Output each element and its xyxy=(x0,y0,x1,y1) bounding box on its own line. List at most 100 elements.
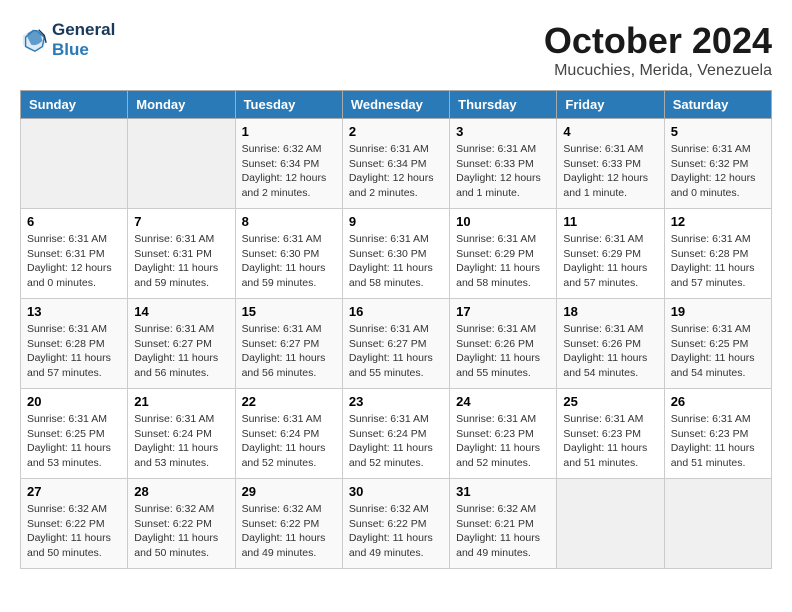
day-info: Sunrise: 6:31 AM Sunset: 6:33 PM Dayligh… xyxy=(456,142,550,201)
day-info: Sunrise: 6:31 AM Sunset: 6:25 PM Dayligh… xyxy=(27,412,121,471)
day-info: Sunrise: 6:31 AM Sunset: 6:24 PM Dayligh… xyxy=(242,412,336,471)
logo: General Blue xyxy=(20,20,115,61)
day-info: Sunrise: 6:31 AM Sunset: 6:32 PM Dayligh… xyxy=(671,142,765,201)
day-info: Sunrise: 6:31 AM Sunset: 6:25 PM Dayligh… xyxy=(671,322,765,381)
title-area: October 2024 Mucuchies, Merida, Venezuel… xyxy=(544,20,772,80)
day-number: 30 xyxy=(349,484,443,499)
day-number: 27 xyxy=(27,484,121,499)
calendar-cell: 13Sunrise: 6:31 AM Sunset: 6:28 PM Dayli… xyxy=(21,299,128,389)
calendar-cell: 21Sunrise: 6:31 AM Sunset: 6:24 PM Dayli… xyxy=(128,389,235,479)
calendar-cell xyxy=(664,479,771,569)
calendar-cell: 11 Sunrise: 6:31 AM Sunset: 6:29 PM Dayli… xyxy=(557,209,664,299)
calendar-cell: 18 Sunrise: 6:31 AM Sunset: 6:26 PM Dayli… xyxy=(557,299,664,389)
calendar-cell: 24 Sunrise: 6:31 AM Sunset: 6:23 PM Dayli… xyxy=(450,389,557,479)
day-number: 8 xyxy=(242,214,336,229)
day-number: 20 xyxy=(27,394,121,409)
calendar-cell: 8 Sunrise: 6:31 AM Sunset: 6:30 PM Daylig… xyxy=(235,209,342,299)
day-info: Sunrise: 6:31 AM Sunset: 6:24 PM Dayligh… xyxy=(349,412,443,471)
calendar-table: SundayMondayTuesdayWednesdayThursdayFrid… xyxy=(20,90,772,569)
calendar-week-row: 27 Sunrise: 6:32 AM Sunset: 6:22 PM Dayli… xyxy=(21,479,772,569)
calendar-cell: 31 Sunrise: 6:32 AM Sunset: 6:21 PM Dayli… xyxy=(450,479,557,569)
day-number: 22 xyxy=(242,394,336,409)
day-number: 15 xyxy=(242,304,336,319)
day-info: Sunrise: 6:31 AM Sunset: 6:31 PM Dayligh… xyxy=(134,232,228,291)
day-info: Sunrise: 6:32 AM Sunset: 6:34 PM Dayligh… xyxy=(242,142,336,201)
calendar-cell: 26Sunrise: 6:31 AM Sunset: 6:23 PM Dayli… xyxy=(664,389,771,479)
day-info: Sunrise: 6:31 AM Sunset: 6:33 PM Dayligh… xyxy=(563,142,657,201)
day-number: 29 xyxy=(242,484,336,499)
day-number: 31 xyxy=(456,484,550,499)
calendar-cell: 12Sunrise: 6:31 AM Sunset: 6:28 PM Dayli… xyxy=(664,209,771,299)
calendar-cell: 5 Sunrise: 6:31 AM Sunset: 6:32 PM Daylig… xyxy=(664,119,771,209)
day-number: 7 xyxy=(134,214,228,229)
day-info: Sunrise: 6:32 AM Sunset: 6:22 PM Dayligh… xyxy=(27,502,121,561)
month-title: October 2024 xyxy=(544,20,772,62)
calendar-cell: 19 Sunrise: 6:31 AM Sunset: 6:25 PM Dayli… xyxy=(664,299,771,389)
day-info: Sunrise: 6:31 AM Sunset: 6:27 PM Dayligh… xyxy=(134,322,228,381)
day-number: 4 xyxy=(563,124,657,139)
day-info: Sunrise: 6:31 AM Sunset: 6:29 PM Dayligh… xyxy=(563,232,657,291)
day-info: Sunrise: 6:31 AM Sunset: 6:31 PM Dayligh… xyxy=(27,232,121,291)
day-number: 9 xyxy=(349,214,443,229)
calendar-cell: 28Sunrise: 6:32 AM Sunset: 6:22 PM Dayli… xyxy=(128,479,235,569)
day-info: Sunrise: 6:31 AM Sunset: 6:30 PM Dayligh… xyxy=(242,232,336,291)
day-info: Sunrise: 6:31 AM Sunset: 6:30 PM Dayligh… xyxy=(349,232,443,291)
day-number: 11 xyxy=(563,214,657,229)
weekday-header-saturday: Saturday xyxy=(664,91,771,119)
calendar-cell: 23 Sunrise: 6:31 AM Sunset: 6:24 PM Dayli… xyxy=(342,389,449,479)
day-info: Sunrise: 6:32 AM Sunset: 6:22 PM Dayligh… xyxy=(242,502,336,561)
location-title: Mucuchies, Merida, Venezuela xyxy=(544,62,772,80)
day-info: Sunrise: 6:31 AM Sunset: 6:26 PM Dayligh… xyxy=(563,322,657,381)
weekday-header-thursday: Thursday xyxy=(450,91,557,119)
day-number: 23 xyxy=(349,394,443,409)
calendar-cell: 10 Sunrise: 6:31 AM Sunset: 6:29 PM Dayli… xyxy=(450,209,557,299)
calendar-week-row: 6 Sunrise: 6:31 AM Sunset: 6:31 PM Daylig… xyxy=(21,209,772,299)
day-number: 5 xyxy=(671,124,765,139)
calendar-cell: 15 Sunrise: 6:31 AM Sunset: 6:27 PM Dayli… xyxy=(235,299,342,389)
day-number: 19 xyxy=(671,304,765,319)
calendar-cell: 16 Sunrise: 6:31 AM Sunset: 6:27 PM Dayli… xyxy=(342,299,449,389)
calendar-cell: 25 Sunrise: 6:31 AM Sunset: 6:23 PM Dayli… xyxy=(557,389,664,479)
day-info: Sunrise: 6:31 AM Sunset: 6:29 PM Dayligh… xyxy=(456,232,550,291)
weekday-header-tuesday: Tuesday xyxy=(235,91,342,119)
calendar-cell: 4 Sunrise: 6:31 AM Sunset: 6:33 PM Daylig… xyxy=(557,119,664,209)
day-number: 13 xyxy=(27,304,121,319)
calendar-cell xyxy=(21,119,128,209)
day-info: Sunrise: 6:31 AM Sunset: 6:27 PM Dayligh… xyxy=(349,322,443,381)
calendar-cell: 22 Sunrise: 6:31 AM Sunset: 6:24 PM Dayli… xyxy=(235,389,342,479)
weekday-header-sunday: Sunday xyxy=(21,91,128,119)
calendar-week-row: 13Sunrise: 6:31 AM Sunset: 6:28 PM Dayli… xyxy=(21,299,772,389)
calendar-cell xyxy=(557,479,664,569)
calendar-cell: 7 Sunrise: 6:31 AM Sunset: 6:31 PM Daylig… xyxy=(128,209,235,299)
day-number: 16 xyxy=(349,304,443,319)
day-info: Sunrise: 6:31 AM Sunset: 6:28 PM Dayligh… xyxy=(671,232,765,291)
header: General Blue October 2024 Mucuchies, Mer… xyxy=(20,20,772,80)
day-number: 18 xyxy=(563,304,657,319)
day-number: 17 xyxy=(456,304,550,319)
day-info: Sunrise: 6:31 AM Sunset: 6:34 PM Dayligh… xyxy=(349,142,443,201)
calendar-cell: 30 Sunrise: 6:32 AM Sunset: 6:22 PM Dayli… xyxy=(342,479,449,569)
day-info: Sunrise: 6:32 AM Sunset: 6:21 PM Dayligh… xyxy=(456,502,550,561)
day-number: 25 xyxy=(563,394,657,409)
day-number: 14 xyxy=(134,304,228,319)
day-info: Sunrise: 6:31 AM Sunset: 6:23 PM Dayligh… xyxy=(456,412,550,471)
day-number: 26 xyxy=(671,394,765,409)
calendar-cell: 1Sunrise: 6:32 AM Sunset: 6:34 PM Daylig… xyxy=(235,119,342,209)
calendar-cell: 9 Sunrise: 6:31 AM Sunset: 6:30 PM Daylig… xyxy=(342,209,449,299)
day-info: Sunrise: 6:31 AM Sunset: 6:27 PM Dayligh… xyxy=(242,322,336,381)
day-number: 6 xyxy=(27,214,121,229)
day-number: 10 xyxy=(456,214,550,229)
calendar-cell: 17 Sunrise: 6:31 AM Sunset: 6:26 PM Dayli… xyxy=(450,299,557,389)
weekday-header-wednesday: Wednesday xyxy=(342,91,449,119)
calendar-cell: 29 Sunrise: 6:32 AM Sunset: 6:22 PM Dayli… xyxy=(235,479,342,569)
day-info: Sunrise: 6:31 AM Sunset: 6:23 PM Dayligh… xyxy=(563,412,657,471)
calendar-cell: 27 Sunrise: 6:32 AM Sunset: 6:22 PM Dayli… xyxy=(21,479,128,569)
day-info: Sunrise: 6:31 AM Sunset: 6:26 PM Dayligh… xyxy=(456,322,550,381)
weekday-header-monday: Monday xyxy=(128,91,235,119)
day-number: 2 xyxy=(349,124,443,139)
day-info: Sunrise: 6:32 AM Sunset: 6:22 PM Dayligh… xyxy=(349,502,443,561)
day-info: Sunrise: 6:32 AM Sunset: 6:22 PM Dayligh… xyxy=(134,502,228,561)
calendar-cell: 2 Sunrise: 6:31 AM Sunset: 6:34 PM Daylig… xyxy=(342,119,449,209)
day-number: 24 xyxy=(456,394,550,409)
calendar-week-row: 20 Sunrise: 6:31 AM Sunset: 6:25 PM Dayli… xyxy=(21,389,772,479)
